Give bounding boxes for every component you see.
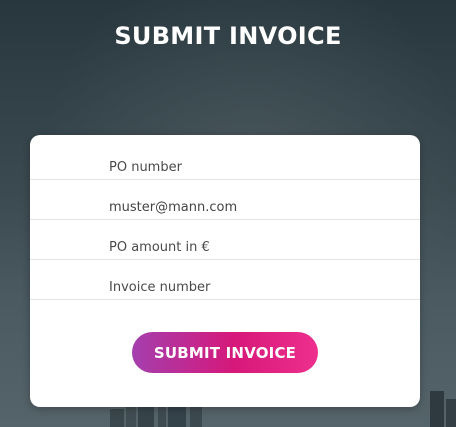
email-input[interactable] bbox=[109, 198, 399, 216]
po-amount-input[interactable] bbox=[109, 238, 399, 256]
submit-invoice-button[interactable]: SUBMIT INVOICE bbox=[132, 332, 318, 373]
invoice-form-card: SUBMIT INVOICE bbox=[30, 135, 420, 407]
po-amount-field bbox=[30, 220, 420, 260]
page-title: SUBMIT INVOICE bbox=[114, 22, 342, 50]
po-number-field bbox=[30, 140, 420, 180]
invoice-number-input[interactable] bbox=[109, 278, 399, 296]
po-number-input[interactable] bbox=[109, 158, 399, 176]
invoice-number-field bbox=[30, 260, 420, 300]
email-field bbox=[30, 180, 420, 220]
